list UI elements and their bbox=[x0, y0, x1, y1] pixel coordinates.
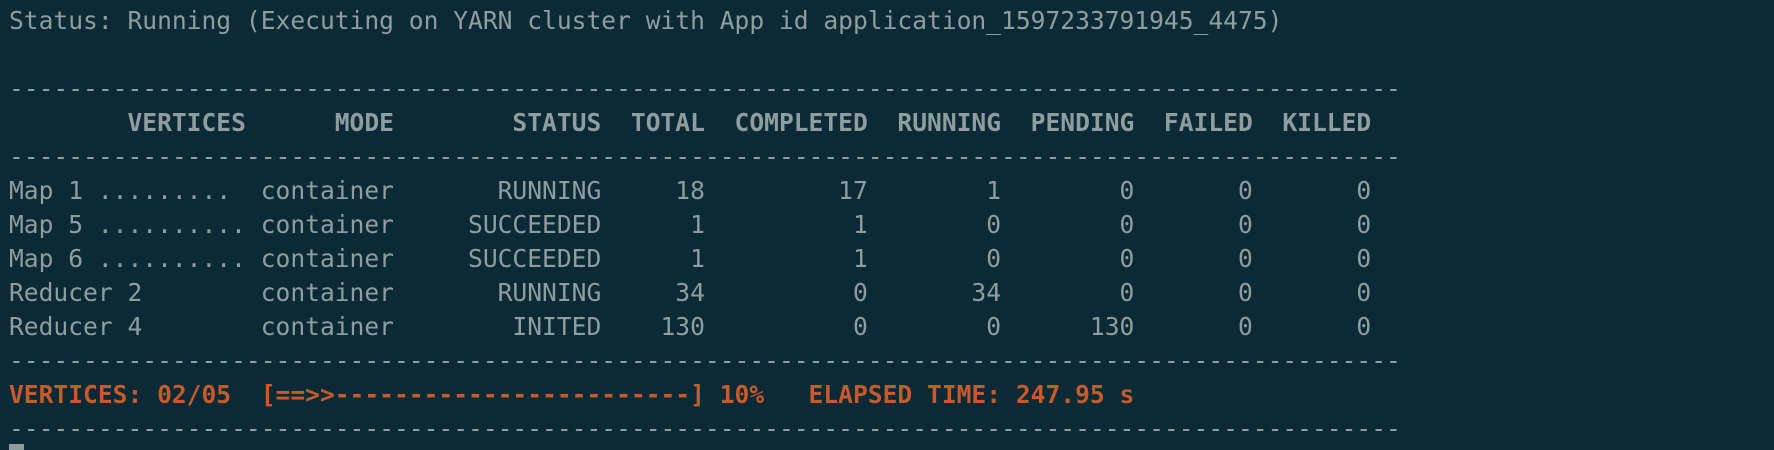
separator-footer: ----------------------------------------… bbox=[9, 346, 1401, 375]
table-row: Map 6 .......... container SUCCEEDED 1 1… bbox=[9, 244, 1372, 273]
separator-top: ----------------------------------------… bbox=[9, 74, 1401, 103]
table-row: Reducer 2 container RUNNING 34 0 34 0 0 … bbox=[9, 278, 1372, 307]
separator-bottom: ----------------------------------------… bbox=[9, 414, 1401, 443]
separator-header: ----------------------------------------… bbox=[9, 142, 1401, 171]
status-line: Status: Running (Executing on YARN clust… bbox=[9, 6, 1283, 35]
table-row: Map 5 .......... container SUCCEEDED 1 1… bbox=[9, 210, 1372, 239]
table-row: Map 1 ......... container RUNNING 18 17 … bbox=[9, 176, 1372, 205]
progress-summary: VERTICES: 02/05 [==>>-------------------… bbox=[9, 380, 1135, 409]
cursor-block bbox=[9, 444, 24, 450]
table-header: VERTICES MODE STATUS TOTAL COMPLETED RUN… bbox=[9, 108, 1372, 137]
terminal-window[interactable]: Status: Running (Executing on YARN clust… bbox=[0, 0, 1774, 450]
table-row: Reducer 4 container INITED 130 0 0 130 0… bbox=[9, 312, 1372, 341]
